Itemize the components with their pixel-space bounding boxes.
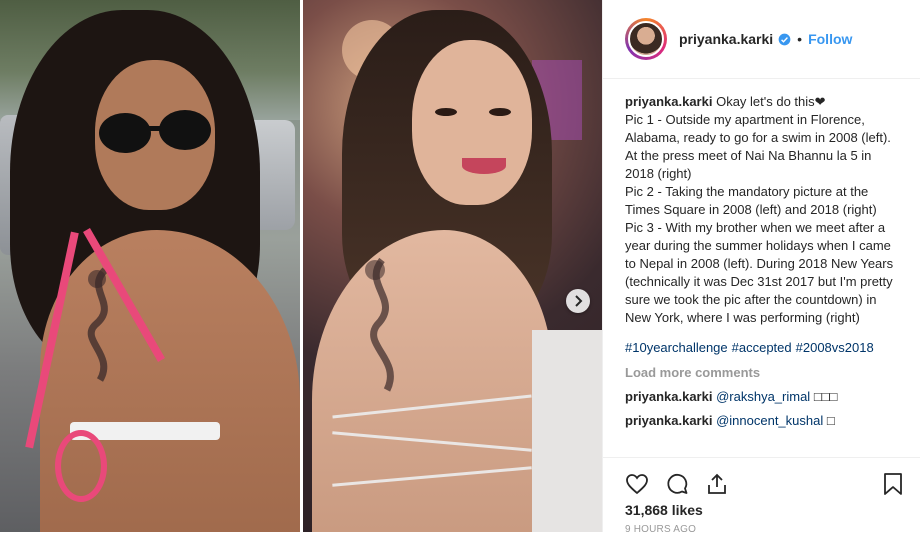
post-timestamp: 9 HOURS AGO [625,524,697,535]
caption-text: Okay let's do this❤ Pic 1 - Outside my a… [625,94,894,325]
action-bar [603,457,920,501]
heart-icon[interactable] [625,472,649,496]
comment-mention[interactable]: @rakshya_rimal [716,389,810,404]
post-side-panel: priyanka.karki • Follow priyanka.karki O… [602,0,920,535]
comment-item: priyanka.karki @rakshya_rimal □□□ [625,388,898,406]
comment-text: □□□ [813,389,838,404]
post-header: priyanka.karki • Follow [603,0,920,79]
hashtag-link[interactable]: #2008vs2018 [796,340,874,355]
avatar[interactable] [625,18,667,60]
comment-item: priyanka.karki @innocent_kushal □ [625,412,898,430]
verified-badge-icon [778,33,791,45]
comment-text: □ [826,413,835,428]
hashtag-link[interactable]: #10yearchallenge [625,340,728,355]
post-media[interactable] [0,0,602,532]
comments-section: priyanka.karki Okay let's do this❤ Pic 1… [603,79,920,430]
separator-dot: • [797,31,803,47]
comment-username[interactable]: priyanka.karki [625,389,712,404]
share-icon[interactable] [705,472,729,496]
caption: priyanka.karki Okay let's do this❤ Pic 1… [625,93,898,327]
comment-icon[interactable] [665,472,689,496]
photo-2008 [0,0,302,532]
comment-username[interactable]: priyanka.karki [625,413,712,428]
instagram-post: priyanka.karki • Follow priyanka.karki O… [0,0,920,535]
caption-username[interactable]: priyanka.karki [625,94,712,109]
comment-mention[interactable]: @innocent_kushal [716,413,823,428]
hashtag-link[interactable]: #accepted [732,340,792,355]
bookmark-icon[interactable] [882,472,904,496]
next-photo-button[interactable] [566,289,590,313]
load-more-comments[interactable]: Load more comments [625,364,898,382]
chevron-right-icon [575,295,583,307]
likes-count[interactable]: 31,868 likes [625,502,703,518]
hashtags: #10yearchallenge #accepted #2008vs2018 [625,339,898,357]
header-username[interactable]: priyanka.karki [679,31,773,47]
follow-button[interactable]: Follow [808,31,852,47]
photo-2018 [302,0,602,532]
